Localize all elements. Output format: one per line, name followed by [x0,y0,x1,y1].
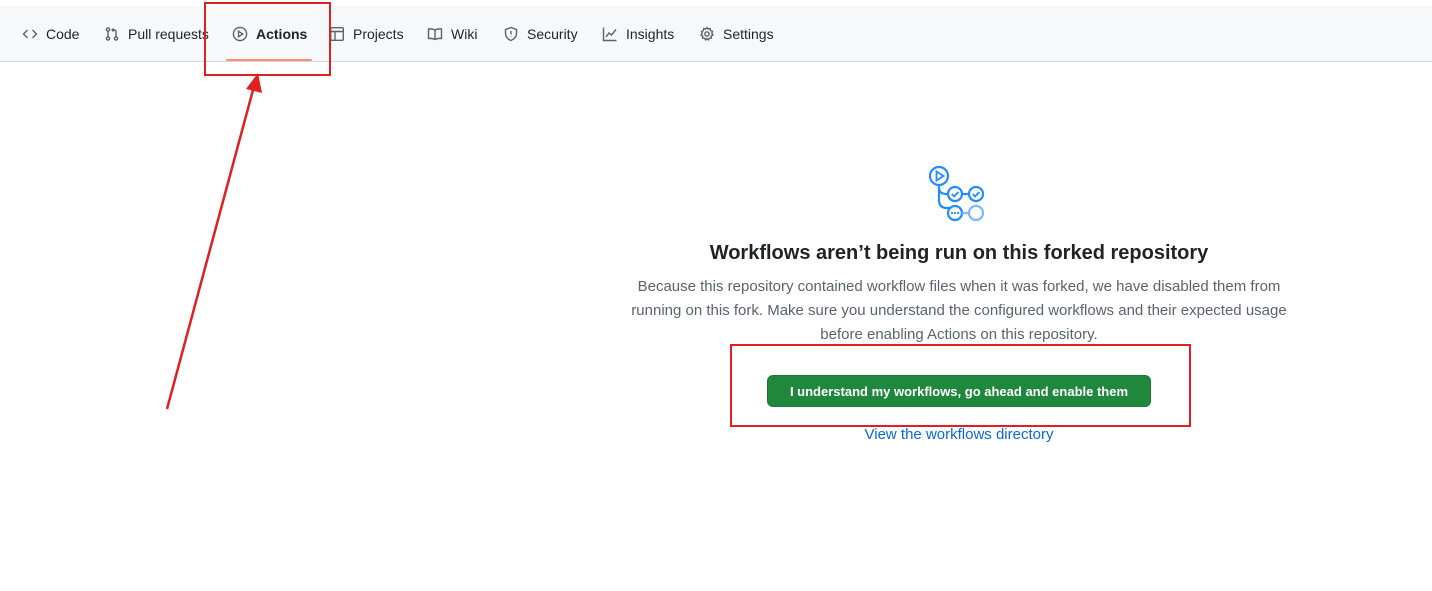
tab-projects-label: Projects [353,25,404,42]
tab-settings-label: Settings [723,25,774,42]
workflows-blank-state: Workflows aren’t being run on this forke… [600,160,1318,347]
tab-insights[interactable]: Insights [602,6,674,61]
tab-security-label: Security [527,25,578,42]
blank-state-title: Workflows aren’t being run on this forke… [709,242,1209,264]
blank-state-description: Because this repository contained workfl… [631,278,1287,343]
gear-icon [699,25,715,42]
tab-settings[interactable]: Settings [699,6,774,61]
workflow-icon [928,165,985,222]
page: Code Pull requests Actions Projects Wiki [0,0,1432,591]
repo-nav: Code Pull requests Actions Projects Wiki [0,6,1432,62]
tab-code-label: Code [46,25,80,42]
tab-wiki[interactable]: Wiki [427,6,477,61]
tab-wiki-label: Wiki [451,25,478,42]
code-icon [22,26,38,42]
tab-code[interactable]: Code [22,6,79,61]
tab-insights-label: Insights [626,25,675,42]
tab-actions-label: Actions [256,25,308,42]
book-icon [427,26,443,42]
play-icon [232,26,248,42]
tab-actions[interactable]: Actions [232,6,307,61]
table-icon [329,26,345,42]
workflows-directory-link[interactable]: View the workflows directory [700,426,1218,443]
tab-security[interactable]: Security [503,6,578,61]
active-tab-underline [226,59,312,61]
pull-request-icon [104,26,120,42]
enable-workflows-button[interactable]: I understand my workflows, go ahead and … [767,375,1151,407]
tab-pull-requests-label: Pull requests [128,25,209,42]
tab-projects[interactable]: Projects [329,6,404,61]
graph-icon [602,26,618,42]
shield-icon [503,26,519,42]
tab-pull-requests[interactable]: Pull requests [104,6,209,61]
